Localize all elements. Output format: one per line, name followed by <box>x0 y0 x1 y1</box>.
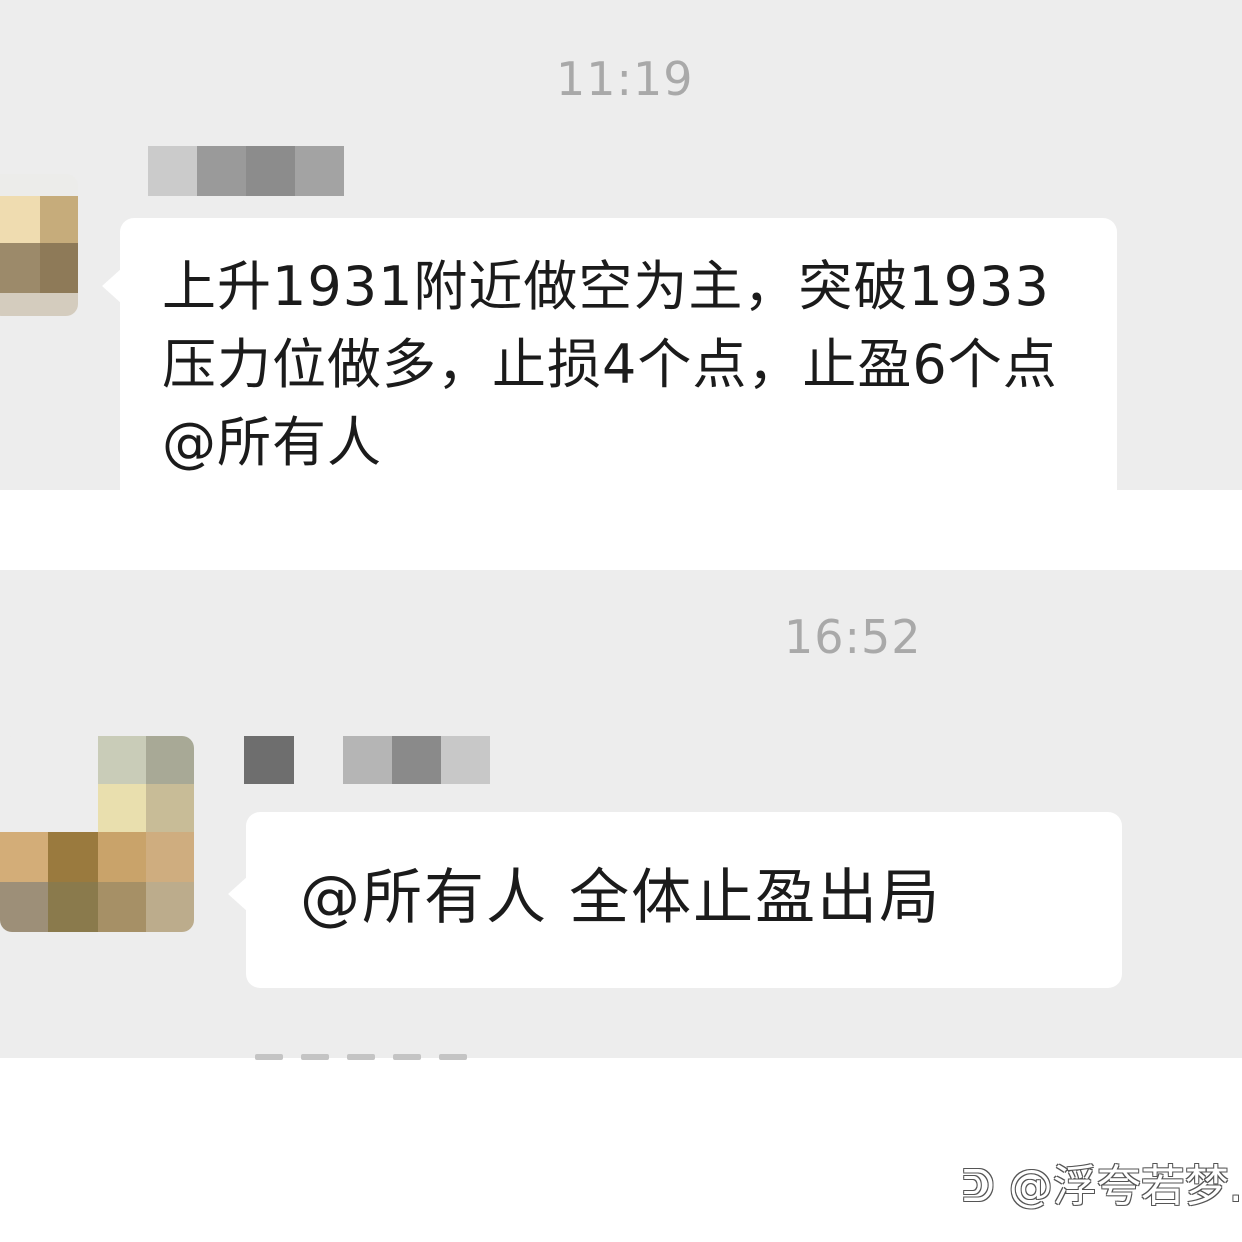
chat-panel-top: 11:19 上升1931附近做空为主，突破1933压力位做多，止损4个点，止盈6… <box>0 0 1242 490</box>
message-bubble[interactable]: @所有人 全体止盈出局 <box>228 812 1122 988</box>
message-bubble[interactable]: 上升1931附近做空为主，突破1933压力位做多，止损4个点，止盈6个点@所有人 <box>102 218 1117 490</box>
sender-name-pixelated <box>244 736 490 784</box>
watermark: ᕲ @浮夸若梦. <box>962 1150 1242 1214</box>
message-timestamp: 11:19 <box>556 52 694 106</box>
message-timestamp: 16:52 <box>784 610 922 664</box>
sender-avatar-pixelated[interactable] <box>0 174 78 316</box>
chat-panel-bottom: 16:52 @所有人 全体止盈出局 <box>0 570 1242 1058</box>
watermark-text: @浮夸若梦. <box>1008 1161 1242 1212</box>
sender-name-pixelated <box>148 146 344 196</box>
message-text: 上升1931附近做空为主，突破1933压力位做多，止损4个点，止盈6个点@所有人 <box>162 255 1058 474</box>
platform-logo-icon: ᕲ <box>962 1161 995 1212</box>
message-text: @所有人 全体止盈出局 <box>300 863 942 933</box>
sender-avatar-pixelated[interactable] <box>0 736 194 932</box>
cropped-sender-name <box>255 1040 515 1062</box>
